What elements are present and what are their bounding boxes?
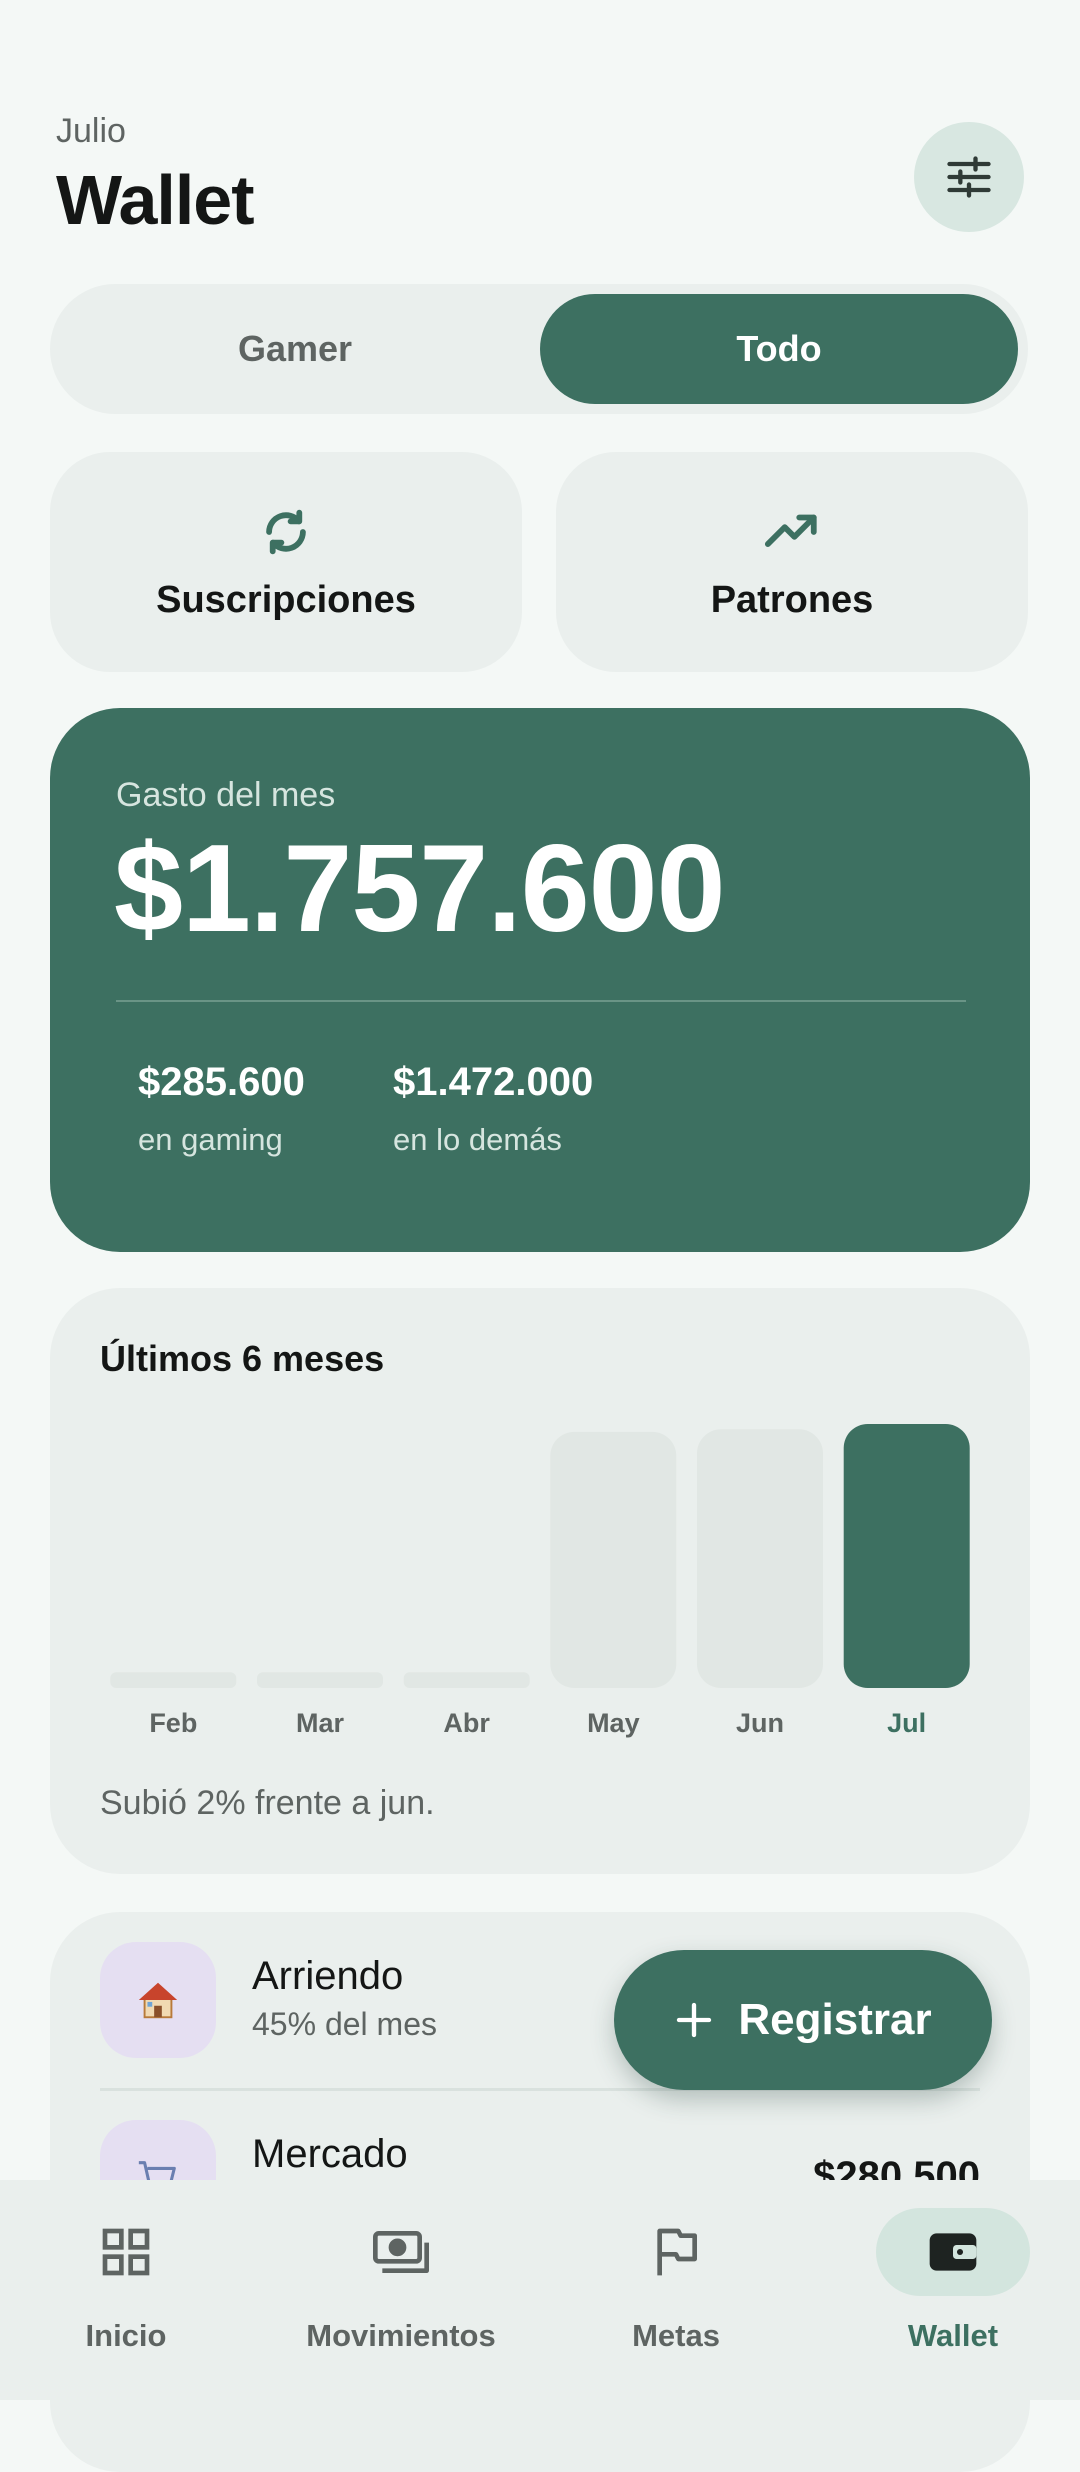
refresh-icon bbox=[266, 509, 306, 554]
chart-label-feb: Feb bbox=[149, 1708, 198, 1738]
month-label: Julio bbox=[56, 112, 126, 150]
cash-icon bbox=[373, 2231, 429, 2273]
chart-label-jun: Jun bbox=[735, 1708, 784, 1738]
nav-item-inicio[interactable]: Inicio bbox=[11, 2208, 241, 2378]
wallet-icon bbox=[929, 2233, 977, 2271]
trending-up-icon bbox=[764, 514, 817, 547]
nav-item-movimientos[interactable]: Movimientos bbox=[286, 2208, 516, 2378]
flag-icon bbox=[657, 2228, 697, 2276]
chart-x-labels: Feb Mar Abr May Jun Jul bbox=[100, 1708, 980, 1748]
chart-bar-mar bbox=[257, 1672, 383, 1688]
mode-segmented-control: Gamer Todo bbox=[50, 284, 1028, 414]
category-name: Mercado bbox=[252, 2132, 408, 2176]
summary-divider bbox=[116, 1000, 966, 1002]
chart-bar-may bbox=[550, 1431, 677, 1688]
nav-item-metas[interactable]: Metas bbox=[561, 2208, 791, 2378]
chart-label-mar: Mar bbox=[295, 1708, 344, 1738]
register-label: Registrar bbox=[738, 1995, 932, 2044]
bottom-navigation: Inicio Movimientos Metas Wallet bbox=[0, 2180, 1080, 2400]
six-month-chart-card: Últimos 6 meses Feb Mar Abr May Jun Jul Subió… bbox=[50, 1288, 1030, 1874]
chart-note: Subió 2% frente a jun. bbox=[100, 1784, 435, 1822]
bar-chart bbox=[110, 1424, 970, 1688]
segment-gamer[interactable]: Gamer bbox=[60, 294, 530, 404]
chart-bar-jul bbox=[843, 1424, 970, 1688]
segment-todo[interactable]: Todo bbox=[540, 294, 1018, 404]
category-share: 45% del mes bbox=[252, 2006, 437, 2042]
chart-label-abr: Abr bbox=[443, 1708, 490, 1738]
chart-bar-feb bbox=[110, 1672, 237, 1688]
grid-icon bbox=[102, 2228, 150, 2276]
nav-label-movimientos: Movimientos bbox=[306, 2318, 496, 2353]
page-title: Wallet bbox=[56, 161, 255, 239]
other-amount: $1.472.000 bbox=[393, 1060, 594, 1104]
nav-label-metas: Metas bbox=[632, 2318, 720, 2353]
other-label: en lo demás bbox=[393, 1122, 562, 1157]
house-icon bbox=[100, 1942, 216, 2058]
chart-bar-abr bbox=[403, 1672, 530, 1688]
chart-label-jul: Jul bbox=[887, 1708, 927, 1738]
register-button[interactable]: Registrar bbox=[614, 1950, 992, 2090]
chart-title: Últimos 6 meses bbox=[100, 1338, 385, 1379]
subscriptions-card[interactable]: Suscripciones bbox=[50, 452, 522, 672]
monthly-spend-card: Gasto del mes $1.757.600 $285.600 en gam… bbox=[50, 708, 1030, 1252]
chart-bar-jun bbox=[697, 1429, 823, 1688]
monthly-spend-amount: $1.757.600 bbox=[114, 820, 726, 958]
chart-label-may: May bbox=[587, 1708, 640, 1738]
subscriptions-label: Suscripciones bbox=[156, 578, 416, 621]
nav-label-wallet: Wallet bbox=[907, 2318, 999, 2353]
patterns-card[interactable]: Patrones bbox=[556, 452, 1028, 672]
filter-button[interactable] bbox=[914, 122, 1024, 232]
gaming-amount: $285.600 bbox=[138, 1060, 305, 1104]
monthly-spend-label: Gasto del mes bbox=[116, 776, 336, 814]
sliders-icon bbox=[947, 156, 991, 198]
gaming-label: en gaming bbox=[138, 1122, 283, 1157]
plus-icon bbox=[677, 2002, 712, 2038]
category-name: Arriendo bbox=[252, 1954, 404, 1998]
nav-label-inicio: Inicio bbox=[85, 2318, 167, 2353]
nav-item-wallet[interactable]: Wallet bbox=[838, 2208, 1068, 2378]
patterns-label: Patrones bbox=[710, 578, 874, 621]
